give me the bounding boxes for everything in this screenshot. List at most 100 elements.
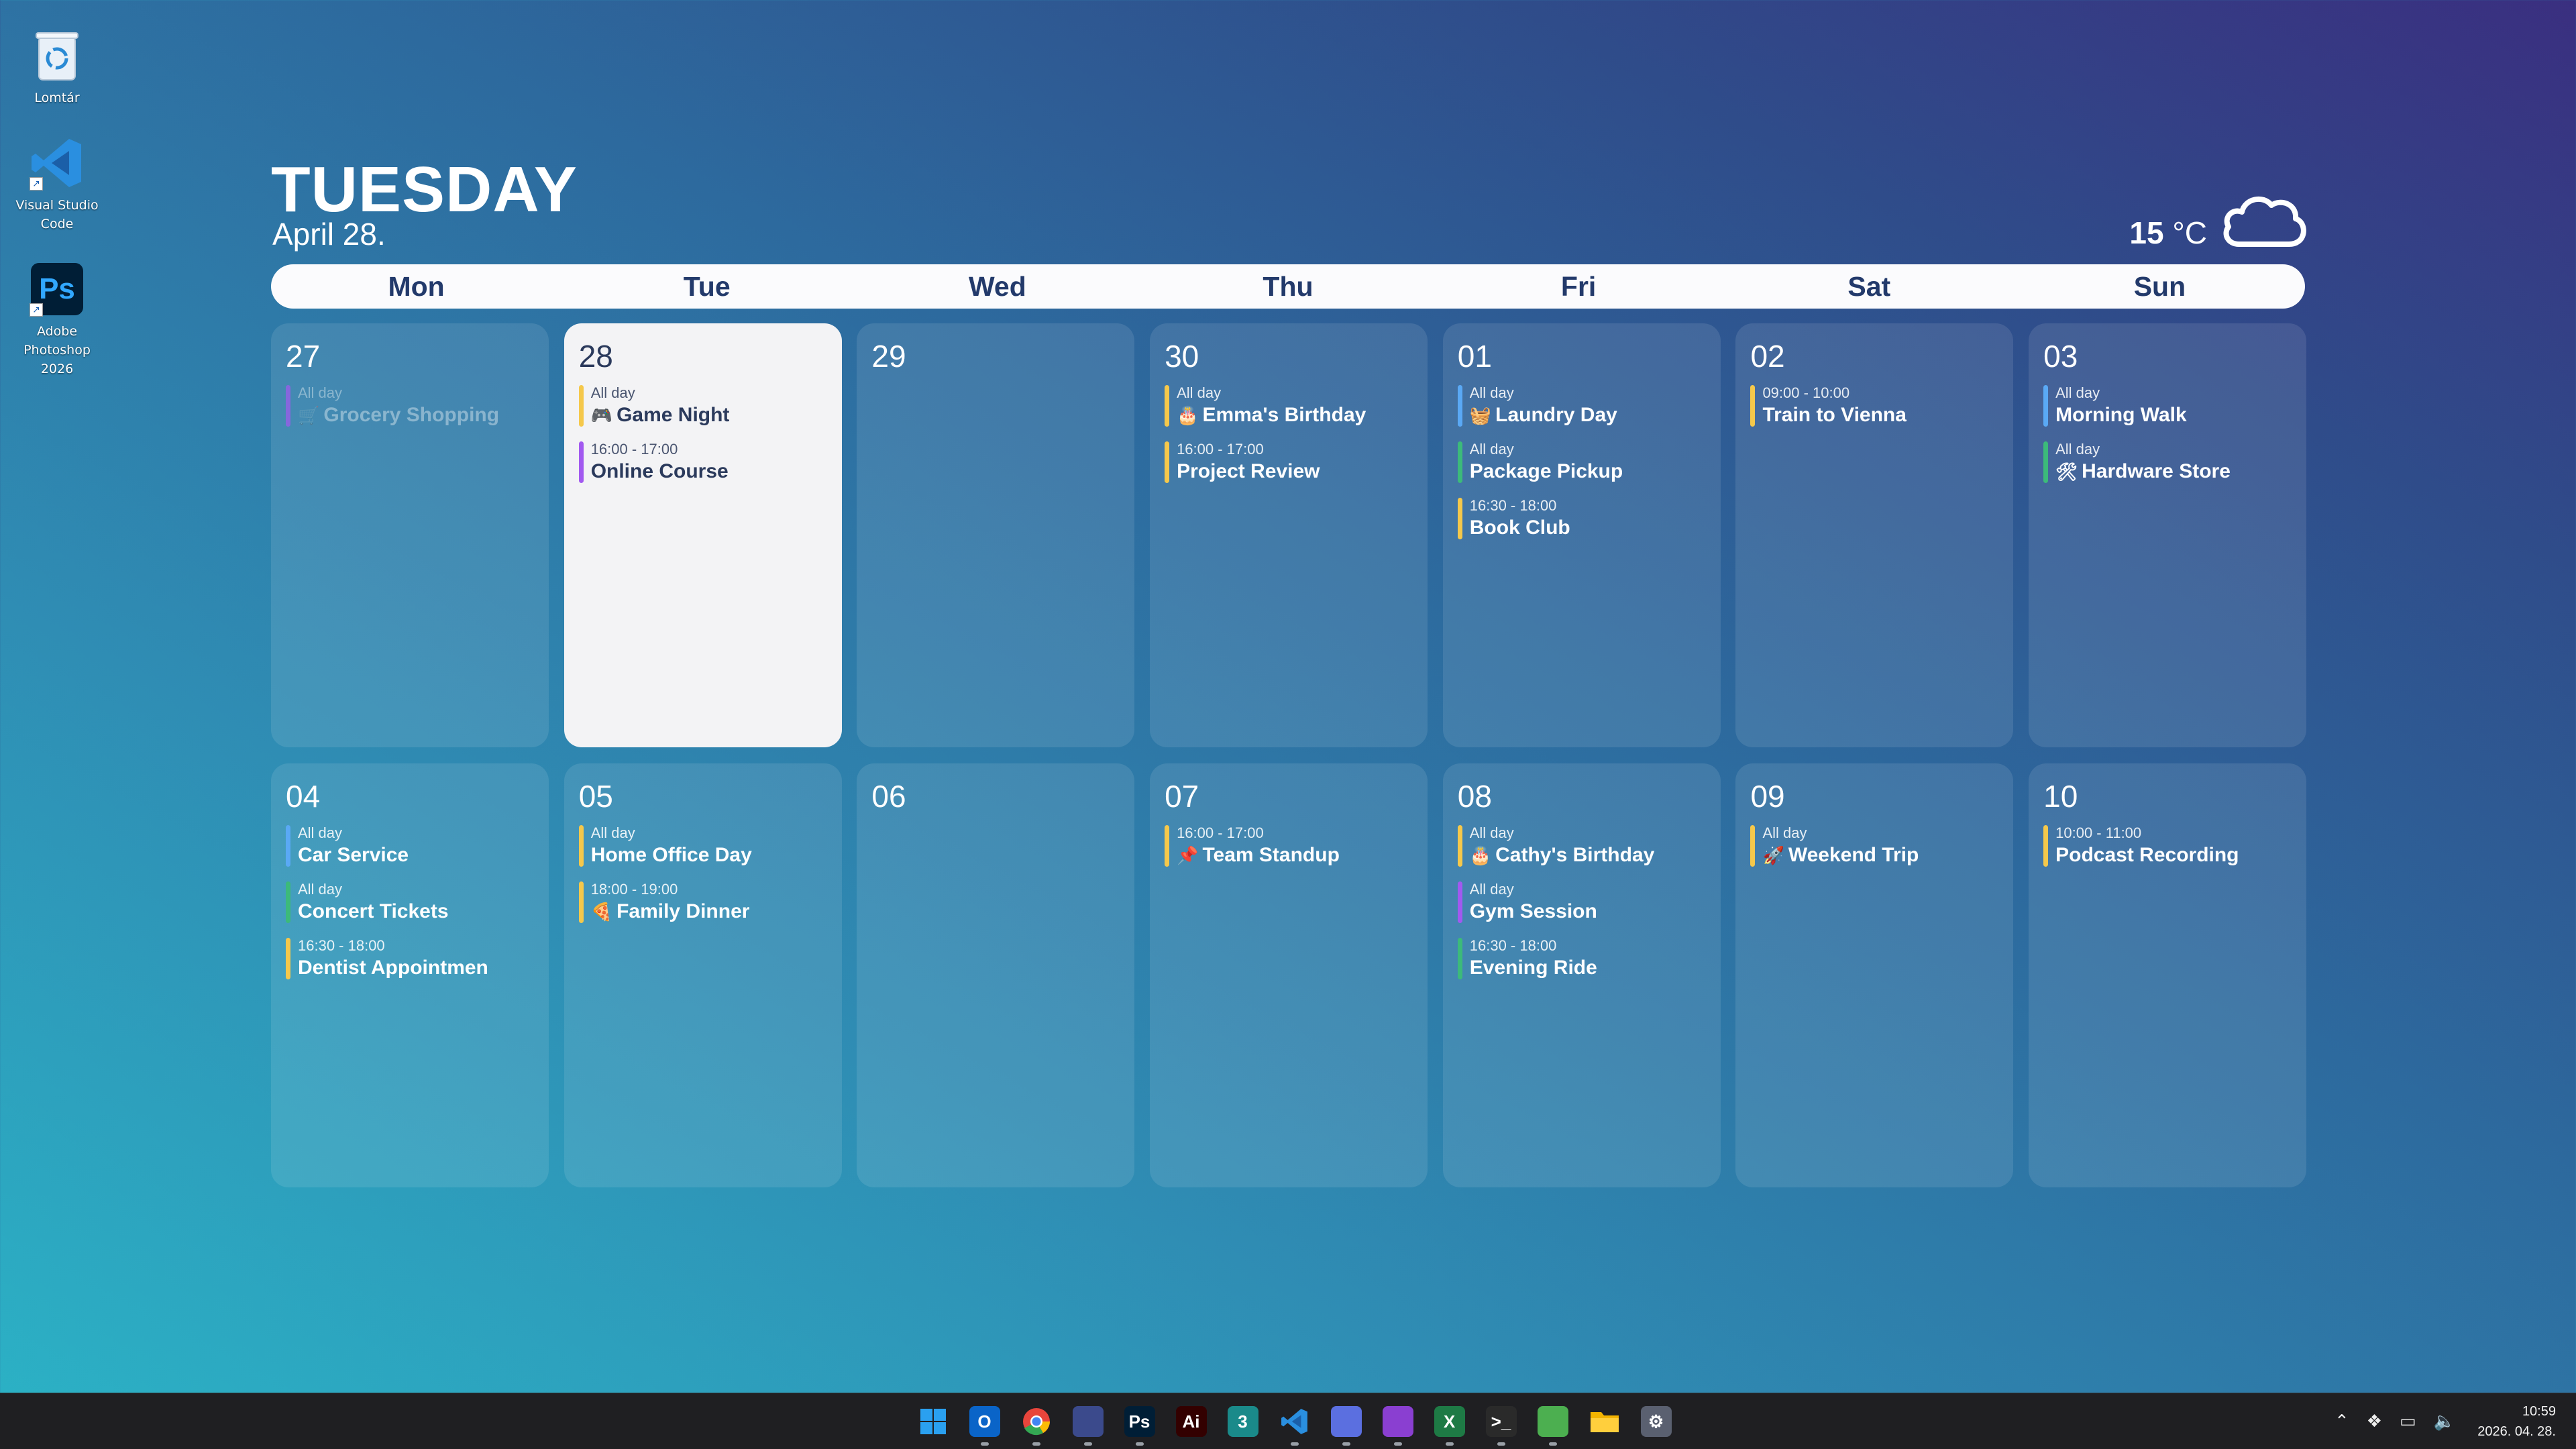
event-title: Train to Vienna — [1762, 404, 1907, 426]
calendar-event[interactable]: 16:00 - 17:00 Project Review — [1165, 440, 1413, 484]
event-time: All day — [590, 384, 635, 401]
ai-chat-app[interactable] — [1320, 1393, 1372, 1449]
clock-date: 2026. 04. 28. — [2477, 1424, 2556, 1439]
calendar-event[interactable]: 18:00 - 19:00 🍕 Family Dinner — [578, 880, 827, 924]
day-cell[interactable]: 10 10:00 - 11:00 Podcast Recording — [2029, 763, 2307, 1187]
weekday-label: Fri — [1560, 271, 1597, 302]
calendar-event[interactable]: All day Morning Walk — [2043, 384, 2292, 428]
day-cell[interactable]: 27 All day 🛒 Grocery Shopping — [271, 323, 549, 747]
event-time: 16:30 - 18:00 — [1469, 937, 1557, 954]
event-title-row: 🎮 Game Night — [591, 402, 827, 428]
event-emoji-icon: 🎂 — [1177, 405, 1199, 425]
event-title: Concert Tickets — [298, 900, 449, 922]
calendar-event[interactable]: All day Home Office Day — [578, 824, 827, 868]
calendar-event[interactable]: 16:30 - 18:00 Book Club — [1457, 496, 1706, 541]
outlook-icon: O — [969, 1406, 1000, 1437]
event-title: Grocery Shopping — [323, 404, 500, 426]
calendar-event[interactable]: All day 🎂 Cathy's Birthday — [1457, 824, 1706, 868]
vscode-icon: ↗ — [28, 134, 86, 192]
event-color-bar — [2043, 441, 2049, 483]
3dsmax-icon: 3 — [1227, 1406, 1258, 1437]
calendar-event[interactable]: 10:00 - 11:00 Podcast Recording — [2043, 824, 2292, 868]
event-time: All day — [298, 881, 343, 898]
day-cell[interactable]: 08 All day 🎂 Cathy's Birthday All day Gym Ses… — [1442, 763, 1721, 1187]
calendar-event[interactable]: All day Package Pickup — [1457, 440, 1706, 484]
day-cell[interactable]: 09 All day 🚀 Weekend Trip — [1735, 763, 2014, 1187]
event-title-row: Package Pickup — [1470, 459, 1706, 484]
explorer-app[interactable] — [1578, 1393, 1630, 1449]
event-emoji-icon: 📌 — [1177, 845, 1199, 865]
event-title-row: Podcast Recording — [2055, 843, 2292, 868]
calendar-event[interactable]: 09:00 - 10:00 Train to Vienna — [1750, 384, 1998, 428]
settings-app[interactable]: ⚙ — [1630, 1393, 1682, 1449]
event-color-bar — [286, 825, 290, 867]
terminal-app[interactable]: >_ — [1475, 1393, 1527, 1449]
excel-icon: X — [1434, 1406, 1465, 1437]
calendar-event[interactable]: All day 🛠 Hardware Store — [2043, 440, 2292, 484]
photoshop-app[interactable]: Ps — [1114, 1393, 1165, 1449]
day-cell[interactable]: 04 All day Car Service All day Concert Ticke… — [271, 763, 549, 1187]
day-cell[interactable]: 03 All day Morning Walk All day 🛠 Hardware St… — [2029, 323, 2307, 747]
event-time: All day — [1469, 881, 1514, 898]
day-cell[interactable]: 07 16:00 - 17:00 📌 Team Standup — [1150, 763, 1428, 1187]
calendar-event[interactable]: 16:00 - 17:00 Online Course — [578, 440, 827, 484]
network-icon[interactable]: ▭ — [2400, 1411, 2416, 1432]
start-button[interactable] — [907, 1393, 959, 1449]
start-icon — [918, 1406, 949, 1437]
excel-app[interactable]: X — [1424, 1393, 1475, 1449]
day-number: 29 — [871, 339, 906, 374]
day-cell-today[interactable]: 28 All day 🎮 Game Night 16:00 - 17:00 Online … — [564, 323, 842, 747]
volume-icon[interactable]: 🔈 — [2434, 1411, 2455, 1432]
event-color-bar — [1165, 825, 1170, 867]
dropbox-icon[interactable]: ❖ — [2367, 1411, 2382, 1432]
calendar-event[interactable]: All day 🎂 Emma's Birthday — [1165, 384, 1413, 428]
save-app[interactable] — [1062, 1393, 1114, 1449]
notepad-app[interactable] — [1527, 1393, 1578, 1449]
calendar-event[interactable]: All day 🚀 Weekend Trip — [1750, 824, 1998, 868]
desktop-icon-recycle-bin[interactable]: Lomtár — [9, 27, 105, 107]
clock-time: 10:59 — [2522, 1404, 2556, 1419]
vscode-app[interactable] — [1269, 1393, 1320, 1449]
terminal-icon: >_ — [1485, 1406, 1517, 1437]
event-time: All day — [298, 824, 343, 841]
calendar-event[interactable]: 16:30 - 18:00 Dentist Appointmen — [286, 936, 534, 981]
desktop-icon-photoshop[interactable]: Ps ↗ Adobe Photoshop 2026 — [9, 260, 105, 378]
illustrator-app[interactable]: Ai — [1165, 1393, 1217, 1449]
event-time: All day — [298, 384, 343, 401]
3dsmax-app[interactable]: 3 — [1217, 1393, 1269, 1449]
running-indicator — [1290, 1442, 1299, 1446]
running-indicator — [1342, 1442, 1350, 1446]
calendar-event[interactable]: All day Concert Tickets — [286, 880, 534, 924]
desktop-icon-vscode[interactable]: ↗ Visual Studio Code — [9, 134, 105, 233]
recycle-bin-icon — [28, 27, 86, 85]
calendar-event[interactable]: All day 🛒 Grocery Shopping — [286, 384, 534, 428]
event-title-row: 🧺 Laundry Day — [1470, 402, 1706, 428]
chrome-app[interactable] — [1010, 1393, 1062, 1449]
outlook-app[interactable]: O — [959, 1393, 1010, 1449]
day-cell[interactable]: 01 All day 🧺 Laundry Day All day Package Pick… — [1442, 323, 1721, 747]
calendar-event[interactable]: All day 🧺 Laundry Day — [1457, 384, 1706, 428]
day-cell[interactable]: 29 — [857, 323, 1135, 747]
event-title: Project Review — [1177, 460, 1320, 482]
day-cell[interactable]: 30 All day 🎂 Emma's Birthday 16:00 - 17:00 Pr… — [1150, 323, 1428, 747]
shortcut-arrow-icon: ↗ — [30, 303, 43, 317]
chevron-up-icon[interactable]: ⌃ — [2334, 1411, 2349, 1432]
event-time: 18:00 - 19:00 — [590, 881, 678, 898]
clock[interactable]: 10:59 2026. 04. 28. — [2477, 1401, 2556, 1442]
calendar-event[interactable]: All day Gym Session — [1457, 880, 1706, 924]
calendar-event[interactable]: 16:00 - 17:00 📌 Team Standup — [1165, 824, 1413, 868]
calendar-event[interactable]: All day 🎮 Game Night — [578, 384, 827, 428]
cloud-icon — [2223, 197, 2306, 247]
calendar-event[interactable]: 16:30 - 18:00 Evening Ride — [1457, 936, 1706, 981]
day-cell[interactable]: 06 — [857, 763, 1135, 1187]
day-cell[interactable]: 02 09:00 - 10:00 Train to Vienna — [1735, 323, 2014, 747]
event-title-row: Train to Vienna — [1762, 402, 1998, 428]
day-cell[interactable]: 05 All day Home Office Day 18:00 - 19:00 🍕 Fa… — [564, 763, 842, 1187]
calendar-grid: 27 All day 🛒 Grocery Shopping 28 All day 🎮 Game… — [271, 323, 2307, 1187]
github-app[interactable] — [1372, 1393, 1424, 1449]
event-color-bar — [578, 825, 584, 867]
day-number: 05 — [578, 779, 613, 814]
event-emoji-icon: 🛒 — [298, 405, 320, 425]
calendar-event[interactable]: All day Car Service — [286, 824, 534, 868]
event-title: Family Dinner — [616, 900, 750, 922]
